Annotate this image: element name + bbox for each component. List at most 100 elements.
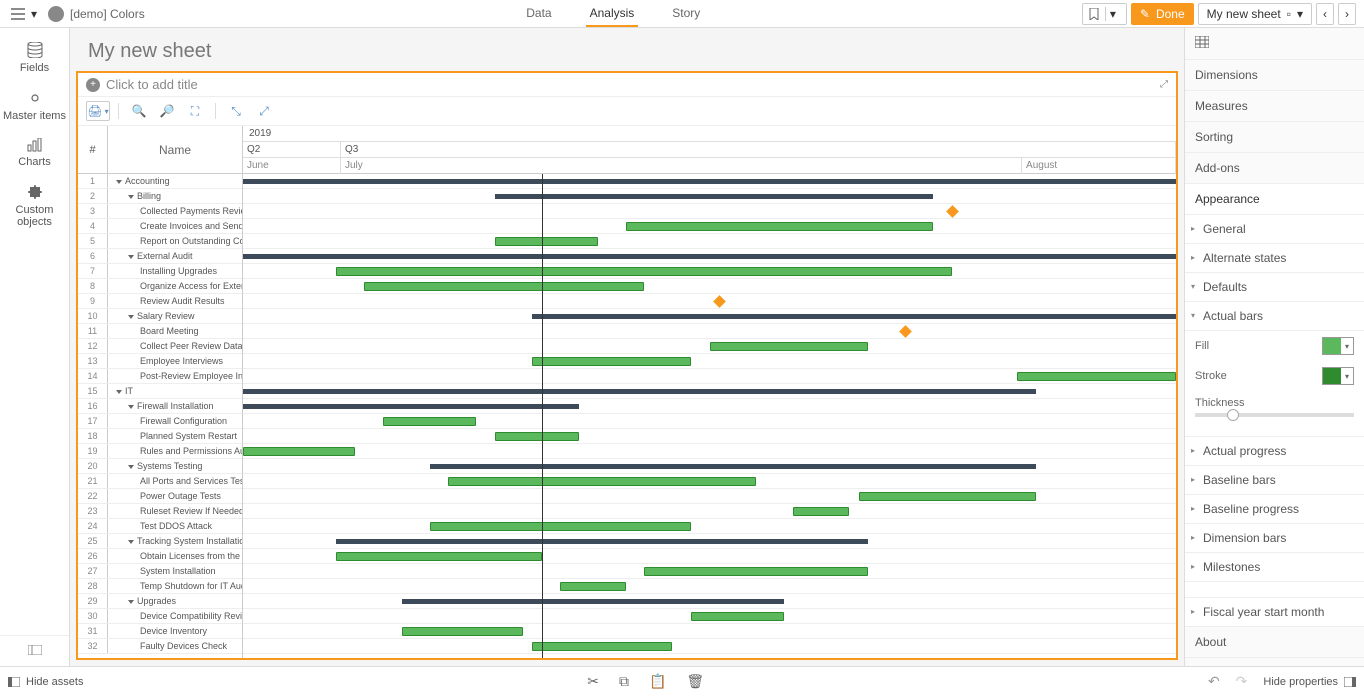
gantt-row[interactable]: 15IT: [78, 384, 242, 399]
assets-fields[interactable]: Fields: [0, 36, 69, 84]
zoom-in-button[interactable]: 🔍: [127, 101, 151, 121]
gantt-row[interactable]: 32Faulty Devices Check: [78, 639, 242, 654]
gantt-row[interactable]: 22Power Outage Tests: [78, 489, 242, 504]
hide-assets-button[interactable]: Hide assets: [8, 676, 83, 688]
props-measures[interactable]: Measures: [1185, 91, 1364, 122]
gantt-row[interactable]: 17Firewall Configuration: [78, 414, 242, 429]
summary-bar[interactable]: [243, 389, 1036, 394]
cut-button[interactable]: ✂: [587, 673, 599, 690]
task-bar[interactable]: [430, 522, 691, 531]
task-bar[interactable]: [532, 357, 691, 366]
gantt-row[interactable]: 18Planned System Restart: [78, 429, 242, 444]
milestone-marker[interactable]: [900, 325, 913, 338]
gantt-row[interactable]: 25Tracking System Installation: [78, 534, 242, 549]
props-addons[interactable]: Add-ons: [1185, 153, 1364, 184]
props-appearance[interactable]: Appearance: [1185, 184, 1364, 215]
delete-button[interactable]: 🗑: [686, 673, 704, 690]
task-bar[interactable]: [495, 432, 579, 441]
sheet-selector[interactable]: My new sheet ▫ ▾: [1198, 3, 1312, 25]
props-defaults[interactable]: ▾Defaults: [1185, 273, 1364, 302]
summary-bar[interactable]: [430, 464, 1036, 469]
viz-title-placeholder[interactable]: Click to add title: [106, 77, 198, 92]
collapse-button[interactable]: ⤢: [252, 101, 276, 121]
tab-analysis[interactable]: Analysis: [586, 0, 639, 27]
copy-button[interactable]: ⧉: [619, 673, 629, 690]
gantt-row[interactable]: 1Accounting: [78, 174, 242, 189]
gantt-row[interactable]: 4Create Invoices and Send to Customers: [78, 219, 242, 234]
gantt-row[interactable]: 10Salary Review: [78, 309, 242, 324]
assets-charts[interactable]: Charts: [0, 132, 69, 178]
gantt-row[interactable]: 27System Installation: [78, 564, 242, 579]
summary-bar[interactable]: [243, 254, 1176, 259]
fit-button[interactable]: ⛶: [183, 101, 207, 121]
fill-color-picker[interactable]: ▾: [1322, 337, 1354, 355]
print-button[interactable]: 🖨▾: [86, 101, 110, 121]
props-baseline-progress[interactable]: ▸Baseline progress: [1185, 495, 1364, 524]
task-bar[interactable]: [383, 417, 476, 426]
task-bar[interactable]: [644, 567, 868, 576]
gantt-row[interactable]: 13Employee Interviews: [78, 354, 242, 369]
summary-bar[interactable]: [495, 194, 934, 199]
task-bar[interactable]: [243, 447, 355, 456]
next-sheet-button[interactable]: ›: [1338, 3, 1356, 25]
task-bar[interactable]: [448, 477, 756, 486]
gantt-row[interactable]: 30Device Compatibility Review: [78, 609, 242, 624]
done-button[interactable]: ✎ Done: [1131, 3, 1194, 25]
task-bar[interactable]: [495, 237, 598, 246]
task-bar[interactable]: [560, 582, 625, 591]
app-menu-dropdown[interactable]: ▾: [28, 7, 40, 21]
assets-custom-objects[interactable]: Custom objects: [0, 178, 69, 238]
gantt-row[interactable]: 24Test DDOS Attack: [78, 519, 242, 534]
props-baseline-bars[interactable]: ▸Baseline bars: [1185, 466, 1364, 495]
task-bar[interactable]: [402, 627, 523, 636]
bookmark-button[interactable]: ▾: [1082, 3, 1127, 25]
undo-button[interactable]: ↶: [1208, 673, 1220, 690]
task-bar[interactable]: [336, 267, 952, 276]
visualization-container[interactable]: + Click to add title ⤢ 🖨▾ 🔍 🔎 ⛶ ⤡ ⤢: [76, 71, 1178, 660]
gantt-row[interactable]: 16Firewall Installation: [78, 399, 242, 414]
gantt-row[interactable]: 14Post-Review Employee Interviews: [78, 369, 242, 384]
milestone-marker[interactable]: [713, 295, 726, 308]
gantt-row[interactable]: 20Systems Testing: [78, 459, 242, 474]
sheet-title[interactable]: My new sheet: [70, 28, 1184, 71]
thickness-slider[interactable]: [1195, 413, 1354, 417]
gantt-row[interactable]: 8Organize Access for External Auditors: [78, 279, 242, 294]
stroke-color-picker[interactable]: ▾: [1322, 367, 1354, 385]
hamburger-menu[interactable]: [8, 4, 28, 24]
gantt-row[interactable]: 9Review Audit Results: [78, 294, 242, 309]
gantt-row[interactable]: 5Report on Outstanding Collections: [78, 234, 242, 249]
gantt-row[interactable]: 26Obtain Licenses from the Vendor: [78, 549, 242, 564]
props-fiscal-year[interactable]: ▸Fiscal year start month: [1185, 598, 1364, 627]
zoom-out-button[interactable]: 🔎: [155, 101, 179, 121]
gantt-row[interactable]: 21All Ports and Services Tests: [78, 474, 242, 489]
props-actual-bars[interactable]: ▾Actual bars: [1185, 302, 1364, 331]
task-bar[interactable]: [364, 282, 644, 291]
assets-master-items[interactable]: Master items: [0, 84, 69, 132]
add-title-icon[interactable]: +: [86, 78, 100, 92]
assets-collapse-button[interactable]: [0, 635, 69, 666]
summary-bar[interactable]: [243, 179, 1176, 184]
task-bar[interactable]: [691, 612, 784, 621]
paste-button[interactable]: 📋: [649, 673, 666, 690]
redo-button[interactable]: ↷: [1236, 673, 1248, 690]
tab-story[interactable]: Story: [668, 0, 704, 27]
gantt-row[interactable]: 6External Audit: [78, 249, 242, 264]
task-bar[interactable]: [859, 492, 1036, 501]
milestone-marker[interactable]: [946, 205, 959, 218]
gantt-chart-area[interactable]: [243, 174, 1176, 658]
task-bar[interactable]: [336, 552, 541, 561]
gantt-row[interactable]: 7Installing Upgrades: [78, 264, 242, 279]
summary-bar[interactable]: [532, 314, 1176, 319]
props-general[interactable]: ▸General: [1185, 215, 1364, 244]
prev-sheet-button[interactable]: ‹: [1316, 3, 1334, 25]
fullscreen-icon[interactable]: ⤢: [1160, 79, 1168, 90]
task-bar[interactable]: [793, 507, 849, 516]
gantt-row[interactable]: 3Collected Payments Review: [78, 204, 242, 219]
gantt-row[interactable]: 11Board Meeting: [78, 324, 242, 339]
props-dimensions[interactable]: Dimensions: [1185, 60, 1364, 91]
task-bar[interactable]: [1017, 372, 1176, 381]
task-bar[interactable]: [532, 642, 672, 651]
gantt-row[interactable]: 29Upgrades: [78, 594, 242, 609]
props-alternate-states[interactable]: ▸Alternate states: [1185, 244, 1364, 273]
props-mode-icon[interactable]: [1185, 28, 1364, 60]
